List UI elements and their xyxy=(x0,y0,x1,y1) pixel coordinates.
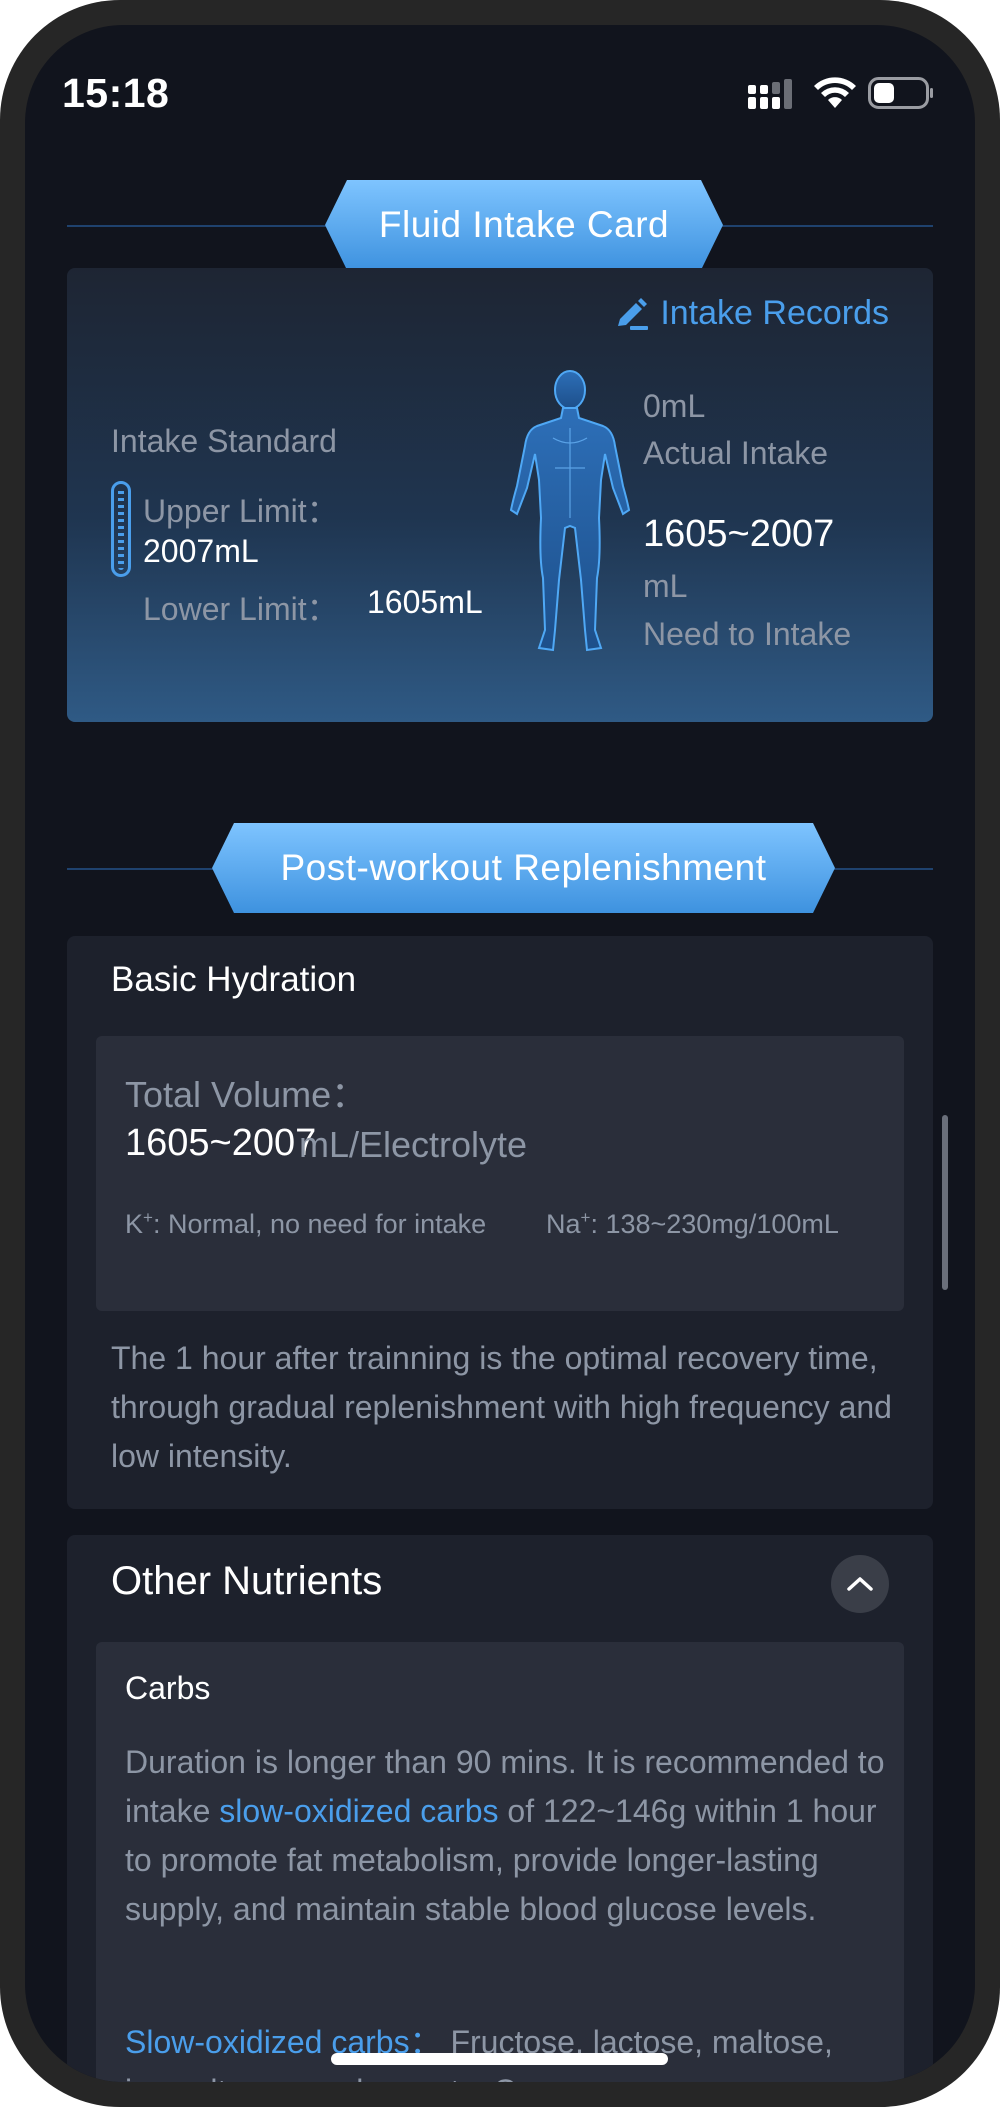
upper-limit-label: Upper Limit： xyxy=(143,493,339,529)
human-body-icon xyxy=(509,370,631,652)
slow-carbs-note: Slow-oxidized carbs： Fructose, lactose, … xyxy=(125,2018,885,2082)
need-intake-value: 1605~2007 xyxy=(643,513,835,555)
scrollbar[interactable] xyxy=(942,1115,948,1290)
intake-records-link[interactable]: Intake Records xyxy=(614,294,889,333)
status-time: 15:18 xyxy=(62,70,170,116)
other-nutrients-card: Other Nutrients Carbs Duration is longer… xyxy=(67,1535,933,2082)
home-indicator[interactable] xyxy=(331,2053,668,2065)
total-volume-unit: mL/Electrolyte xyxy=(299,1124,528,1165)
replenishment-title: Post-workout Replenishment xyxy=(212,823,835,913)
screen: 15:18 Fluid Intake Card Intake Records I… xyxy=(25,25,975,2082)
sodium-text: : 138~230mg/100mL xyxy=(590,1209,839,1239)
intake-standard-label: Intake Standard xyxy=(111,423,337,459)
total-volume-label: Total Volume： xyxy=(125,1074,368,1115)
collapse-button[interactable] xyxy=(831,1555,889,1613)
battery-icon xyxy=(868,77,933,109)
hydration-description: The 1 hour after trainning is the optima… xyxy=(111,1340,892,1474)
lower-limit-value: 1605mL xyxy=(367,584,483,620)
actual-intake-value: 0mL xyxy=(643,388,706,424)
fluid-intake-header: Fluid Intake Card xyxy=(67,180,933,270)
intake-records-label: Intake Records xyxy=(660,294,889,332)
potassium-symbol: K xyxy=(125,1209,144,1239)
sodium-note: Na+: 138~230mg/100mL xyxy=(546,1202,876,1246)
wifi-icon xyxy=(814,77,856,108)
other-nutrients-title: Other Nutrients xyxy=(111,1559,383,1603)
total-volume-value: 1605~2007 xyxy=(125,1122,317,1164)
carbs-description: Duration is longer than 90 mins. It is r… xyxy=(125,1738,885,1934)
device-frame: 15:18 Fluid Intake Card Intake Records I… xyxy=(0,0,1000,2107)
carbs-detail-box: Carbs Duration is longer than 90 mins. I… xyxy=(96,1642,904,2082)
potassium-note: K+: Normal, no need for intake xyxy=(125,1202,495,1246)
potassium-text: : Normal, no need for intake xyxy=(152,1209,487,1239)
edit-pencil-icon xyxy=(618,297,649,330)
need-intake-label: Need to Intake xyxy=(643,616,852,652)
fluid-intake-card: Intake Records Intake Standard Upper Lim… xyxy=(67,268,933,722)
lower-limit-label: Lower Limit： xyxy=(143,591,339,627)
chevron-up-icon xyxy=(847,1577,873,1591)
carbs-title: Carbs xyxy=(125,1670,211,1706)
need-intake-unit: mL xyxy=(643,568,688,604)
cellular-signal-icon xyxy=(748,79,792,109)
upper-limit-value: 2007mL xyxy=(143,533,259,569)
gauge-icon xyxy=(111,481,131,577)
potassium-charge: + xyxy=(143,1208,153,1227)
fluid-intake-title: Fluid Intake Card xyxy=(325,180,723,270)
slow-carbs-link[interactable]: slow-oxidized carbs xyxy=(219,1793,498,1829)
status-bar: 15:18 xyxy=(25,25,975,155)
replenishment-header: Post-workout Replenishment xyxy=(67,823,933,913)
basic-hydration-card: Basic Hydration Total Volume： 1605~2007 … xyxy=(67,936,933,1509)
sodium-symbol: Na xyxy=(546,1209,581,1239)
hydration-detail-box: Total Volume： 1605~2007 mL/Electrolyte K… xyxy=(96,1036,904,1311)
sodium-charge: + xyxy=(580,1208,591,1227)
actual-intake-label: Actual Intake xyxy=(643,435,828,471)
basic-hydration-title: Basic Hydration xyxy=(111,960,357,999)
